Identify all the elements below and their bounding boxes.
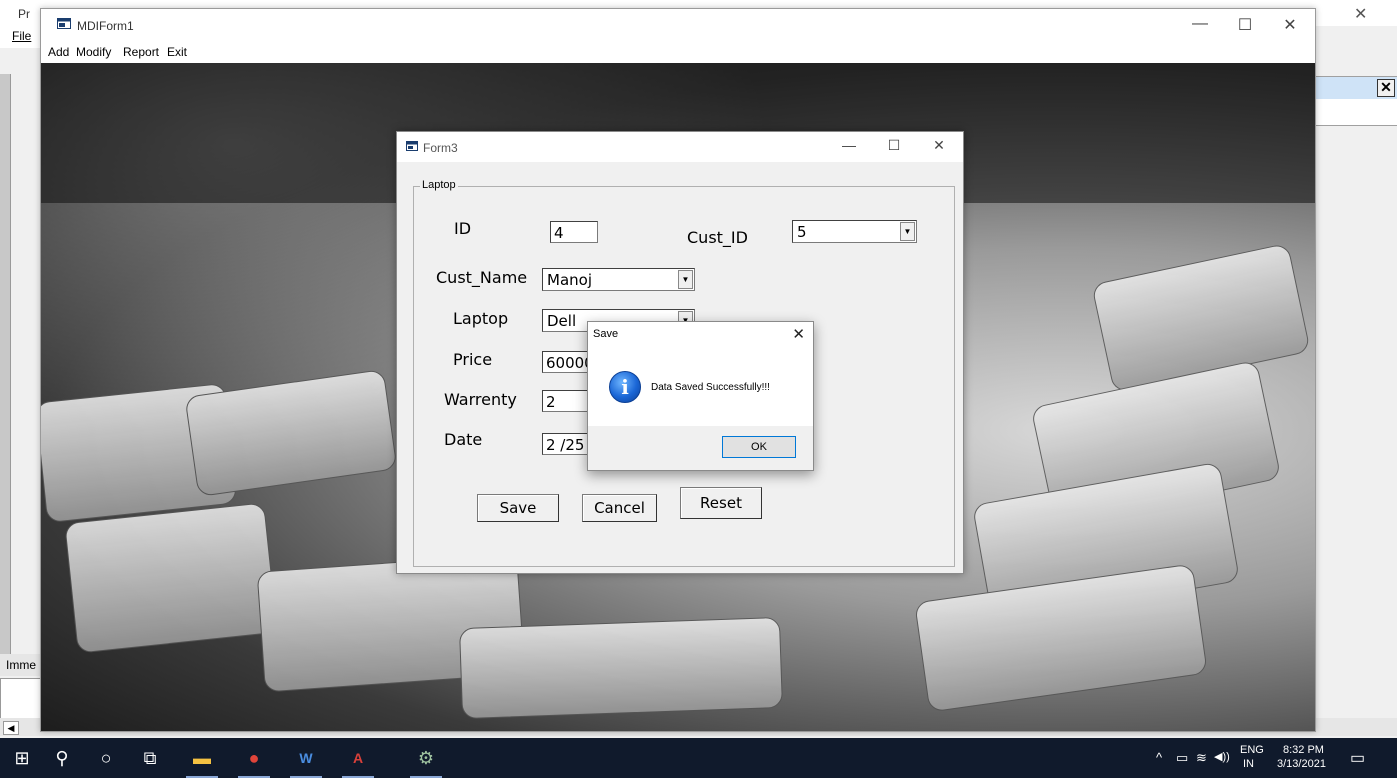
windows-start-icon[interactable]: ⊞ [0,738,44,778]
ok-button[interactable]: OK [722,436,796,458]
form-app-icon [406,141,418,151]
menu-add[interactable]: Add [48,45,69,59]
ide-menu-file[interactable]: File [12,29,31,43]
vb6-icon[interactable]: ⚙ [404,738,448,778]
volume-icon[interactable]: ◀)) [1214,750,1230,763]
laptop-label: Laptop [453,309,509,328]
wifi-icon[interactable]: ≋ [1196,750,1207,766]
immediate-window-pane[interactable] [0,678,42,720]
menu-exit[interactable]: Exit [167,45,187,59]
ide-title-text: Pr [18,7,30,21]
vb6-glyph: ⚙ [417,748,435,768]
save-button[interactable]: Save [477,494,559,522]
chevron-down-icon[interactable]: ▼ [678,270,693,289]
file-explorer-glyph: ▬ [193,748,211,768]
windows-taskbar: ⊞ ⚲ ○ ⧉ ▬ ● W A ⚙ ^ ▭ ≋ ◀)) ENG IN 8:32 … [0,738,1397,778]
ide-close-button[interactable]: ✕ [1354,4,1367,24]
menu-report[interactable]: Report [123,45,159,59]
chrome-glyph: ● [248,748,260,768]
access-icon[interactable]: A [336,738,380,778]
form3-title-bar: Form3 — ☐ ✕ [397,132,963,162]
msgbox-close-button[interactable]: ✕ [792,325,805,343]
save-message-box: Save ✕ i Data Saved Successfully!!! OK [587,321,814,471]
search-icon[interactable]: ⚲ [40,738,84,778]
close-button[interactable]: ✕ [1275,15,1305,35]
minimize-button[interactable]: — [1185,15,1215,33]
language-top[interactable]: ENG [1240,744,1264,756]
maximize-button[interactable]: ☐ [879,137,909,154]
mdi-menu-bar: Add Modify Report Exit [41,41,1315,63]
clock-date[interactable]: 3/13/2021 [1277,758,1326,770]
cust-name-label: Cust_Name [436,268,528,287]
task-view-icon[interactable]: ⧉ [128,738,172,778]
reset-button[interactable]: Reset [680,487,762,519]
scroll-left-icon[interactable]: ◀ [3,721,19,735]
id-field[interactable]: 4 [550,221,598,243]
cortana-icon[interactable]: ○ [84,738,128,778]
access-glyph: A [352,750,364,766]
information-icon: i [609,371,641,403]
laptop-value: Dell [547,312,577,330]
id-label: ID [454,219,472,238]
menu-modify[interactable]: Modify [76,45,111,59]
ide-toolbox-edge [0,74,11,654]
close-icon[interactable]: ✕ [1377,79,1395,97]
cancel-button[interactable]: Cancel [582,494,657,522]
clock-time[interactable]: 8:32 PM [1283,744,1324,756]
immediate-window-header: Imme [0,654,40,676]
form3-title: Form3 [423,141,458,155]
word-icon[interactable]: W [284,738,328,778]
cust-name-combo[interactable]: Manoj ▼ [542,268,695,291]
form-app-icon [57,18,71,29]
msgbox-message: Data Saved Successfully!!! [651,382,770,393]
msgbox-title: Save [593,328,619,340]
frame-label: Laptop [420,179,458,191]
ide-properties-header: ✕ [1316,76,1397,100]
ide-properties-list [1316,99,1397,126]
close-button[interactable]: ✕ [924,137,954,154]
word-glyph: W [299,750,313,766]
cust-id-combo[interactable]: 5 ▼ [792,220,917,243]
cust-name-value: Manoj [547,271,592,289]
mdi-title: MDIForm1 [77,19,134,33]
chrome-icon[interactable]: ● [232,738,276,778]
minimize-button[interactable]: — [834,137,864,153]
msgbox-footer: OK [588,426,813,470]
tray-chevron-icon[interactable]: ^ [1156,750,1162,765]
cust-id-label: Cust_ID [687,228,748,247]
cust-id-value: 5 [797,223,807,241]
date-label: Date [444,430,483,449]
chevron-down-icon[interactable]: ▼ [900,222,915,241]
price-label: Price [453,350,493,369]
immediate-window-label: Imme [6,658,36,672]
language-bottom[interactable]: IN [1243,758,1254,770]
file-explorer-icon[interactable]: ▬ [180,738,224,778]
warrenty-label: Warrenty [444,390,517,409]
mdi-title-bar: MDIForm1 — ☐ ✕ [41,9,1315,41]
maximize-button[interactable]: ☐ [1230,15,1260,35]
notification-icon[interactable]: ▭ [1350,748,1365,768]
battery-icon[interactable]: ▭ [1176,750,1188,766]
